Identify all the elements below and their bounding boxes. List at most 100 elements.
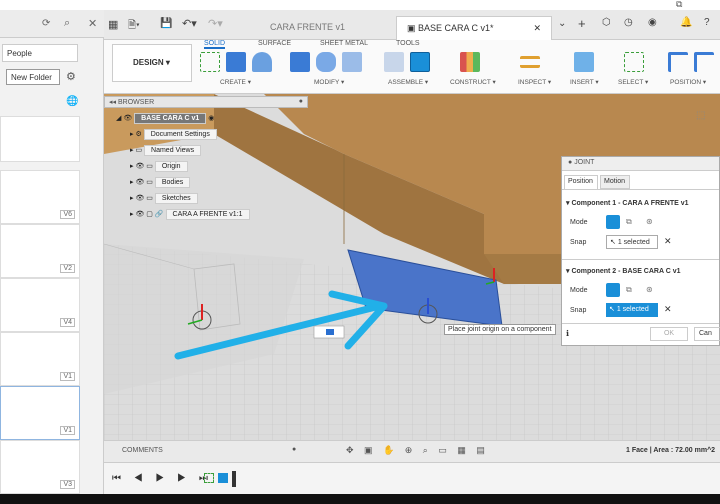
component2-title[interactable]: ▾ Component 2 - BASE CARA C v1 <box>566 267 681 275</box>
timeline-marker[interactable] <box>232 471 236 487</box>
restore-icon[interactable]: ⧉ <box>676 0 682 10</box>
close-icon[interactable]: ✕ <box>88 17 97 30</box>
component1-title[interactable]: ▾ Component 1 - CARA A FRENTE v1 <box>566 199 689 207</box>
add-tab-icon[interactable]: + <box>578 16 586 31</box>
chevron-down-icon[interactable]: ⌄ <box>558 18 566 29</box>
list-item[interactable]: V4 <box>0 278 80 332</box>
measure-icon[interactable] <box>520 56 540 68</box>
version-badge[interactable]: V1 <box>60 372 75 381</box>
list-item[interactable] <box>0 116 80 162</box>
tree-item[interactable]: ▸ 👁 ▭ Bodies <box>130 177 191 190</box>
offset-plane-icon[interactable] <box>460 52 480 72</box>
version-badge[interactable]: V3 <box>60 480 75 489</box>
redo-icon[interactable]: ↷▾ <box>208 17 223 30</box>
bell-icon[interactable]: 🔔 <box>680 17 692 28</box>
tab-cara-frente[interactable]: CARA FRENTE v1 <box>260 16 392 40</box>
tree-item[interactable]: ▸ 👁 ▭ Origin <box>130 161 188 174</box>
fillet-icon[interactable] <box>316 52 336 72</box>
list-item[interactable]: V3 <box>0 440 80 494</box>
pin-icon[interactable]: ● <box>292 446 296 453</box>
timeline-joint-icon[interactable] <box>218 473 228 483</box>
inspect-menu[interactable]: INSPECT ▾ <box>518 78 551 86</box>
playback-controls[interactable]: ⏮ ◀ ▶ ▶ ⏭ <box>112 473 213 484</box>
new-component-icon[interactable] <box>384 52 404 72</box>
comments-label[interactable]: COMMENTS <box>122 447 163 454</box>
search-icon[interactable]: ⌕ <box>64 17 70 30</box>
grid-menu-icon[interactable]: ▦ <box>108 18 118 31</box>
mode-simple-button[interactable] <box>606 283 620 297</box>
workspace-dropdown[interactable]: DESIGN ▾ <box>112 44 192 82</box>
eye-icon[interactable]: 👁 <box>123 115 134 122</box>
clear-icon[interactable]: ✕ <box>664 304 672 315</box>
assemble-menu[interactable]: ASSEMBLE ▾ <box>388 78 428 86</box>
insert-menu[interactable]: INSERT ▾ <box>570 78 599 86</box>
mode-simple-button[interactable] <box>606 215 620 229</box>
navigation-tools[interactable]: ✥ ▣ ✋ ⊕ ⌕ ▭ ▦ ▤ <box>346 445 489 456</box>
radio-icon[interactable]: ◉ <box>208 115 214 122</box>
list-item[interactable]: V1 <box>0 386 80 440</box>
tab-tools[interactable]: TOOLS <box>396 40 420 47</box>
tree-root[interactable]: ◢ 👁 BASE CARA C v1 ◉ <box>116 113 214 126</box>
tree-item[interactable]: ▸ 👁 ▢ 🔗 CARA A FRENTE v1:1 <box>130 209 250 222</box>
tab-base-cara-c[interactable]: ▣ BASE CARA C v1* ✕ <box>396 16 552 40</box>
collapse-icon[interactable]: ◂◂ <box>109 99 118 106</box>
globe-icon[interactable]: 🌐 <box>66 96 78 107</box>
align-icon[interactable] <box>668 52 688 72</box>
pin-icon[interactable]: ● <box>299 98 303 105</box>
ok-button[interactable]: OK <box>650 327 688 341</box>
history-icon[interactable]: ◷ <box>624 17 633 28</box>
select-icon[interactable] <box>624 52 644 72</box>
mode-two-faces-icon[interactable]: ⊛ <box>646 217 653 226</box>
cancel-button[interactable]: Can <box>694 327 720 341</box>
extensions-icon[interactable]: ⬡ <box>602 17 611 28</box>
version-badge[interactable]: V2 <box>60 264 75 273</box>
list-item[interactable]: V1 <box>0 332 80 386</box>
tab-motion[interactable]: Motion <box>600 175 630 189</box>
mode-between-icon[interactable]: ⧉ <box>626 285 632 295</box>
press-pull-icon[interactable] <box>290 52 310 72</box>
tab-position[interactable]: Position <box>564 175 598 189</box>
timeline-sketch-icon[interactable] <box>204 473 214 483</box>
clear-icon[interactable]: ✕ <box>664 236 672 247</box>
snap-select-field[interactable]: ↖ 1 selected <box>606 303 658 317</box>
save-icon[interactable]: 💾 <box>160 18 172 29</box>
new-folder-button[interactable]: New Folder <box>6 69 60 85</box>
joint-header[interactable]: ● JOINT <box>562 157 719 171</box>
mode-two-faces-icon[interactable]: ⊛ <box>646 285 653 294</box>
mode-between-icon[interactable]: ⧉ <box>626 217 632 227</box>
version-badge[interactable]: V4 <box>60 318 75 327</box>
gear-icon[interactable]: ⚙ <box>66 70 76 83</box>
tab-solid[interactable]: SOLID <box>204 40 226 49</box>
refresh-icon[interactable]: ⟳ <box>42 18 50 29</box>
create-menu[interactable]: CREATE ▾ <box>220 78 251 86</box>
file-icon[interactable]: 🗎▾ <box>128 18 140 35</box>
people-button[interactable]: People <box>2 44 78 62</box>
info-icon[interactable]: ℹ <box>566 329 569 338</box>
list-item[interactable]: V6 <box>0 170 80 224</box>
tree-item[interactable]: ▸ 👁 ▭ Sketches <box>130 193 198 206</box>
modify-menu[interactable]: MODIFY ▾ <box>314 78 344 86</box>
shell-icon[interactable] <box>342 52 362 72</box>
create-sketch-icon[interactable] <box>200 52 220 72</box>
version-badge[interactable]: V6 <box>60 210 75 219</box>
snap-select-field[interactable]: ↖ 1 selected <box>606 235 658 249</box>
tab-surface[interactable]: SURFACE <box>258 40 291 47</box>
insert-image-icon[interactable] <box>574 52 594 72</box>
close-icon[interactable]: ✕ <box>533 23 541 34</box>
capture-position-icon[interactable] <box>694 52 714 72</box>
revolve-icon[interactable] <box>252 52 272 72</box>
construct-menu[interactable]: CONSTRUCT ▾ <box>450 78 496 86</box>
list-item[interactable]: V2 <box>0 224 80 278</box>
undo-icon[interactable]: ↶▾ <box>182 17 197 30</box>
account-icon[interactable]: ◉ <box>648 17 657 28</box>
position-menu[interactable]: POSITION ▾ <box>670 78 706 86</box>
tree-item[interactable]: ▸ ▭ Named Views <box>130 145 202 158</box>
select-menu[interactable]: SELECT ▾ <box>618 78 648 86</box>
tab-sheet-metal[interactable]: SHEET METAL <box>320 40 368 47</box>
tree-item[interactable]: ▸ ⚙ Document Settings <box>130 129 217 142</box>
browser-header[interactable]: ◂◂ BROWSER ● <box>104 96 308 108</box>
view-cube-icon[interactable]: ⬚ <box>696 110 705 121</box>
help-icon[interactable]: ? <box>704 17 710 28</box>
joint-icon[interactable] <box>410 52 430 72</box>
extrude-icon[interactable] <box>226 52 246 72</box>
